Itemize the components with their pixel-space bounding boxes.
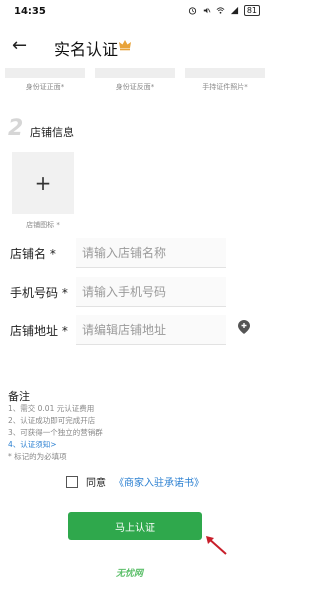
red-arrow-annotation xyxy=(206,536,227,555)
mute-icon xyxy=(203,7,211,14)
signal-icon xyxy=(230,6,238,15)
required-hint: * 标记的为必填项 xyxy=(8,452,67,461)
status-time: 14:35 xyxy=(14,6,46,17)
location-pin-icon[interactable] xyxy=(238,320,250,334)
nav-bar: ← 实名认证 xyxy=(0,24,270,68)
note-item: 2、认证成功即可完成开店 xyxy=(8,416,96,425)
notes-title: 备注 xyxy=(8,390,30,403)
note-item: 3、可获得一个独立的营销群 xyxy=(8,428,103,437)
crown-icon xyxy=(119,40,131,51)
plus-icon: + xyxy=(34,171,52,195)
id-front-label: 身份证正面* xyxy=(25,83,65,91)
id-front-upload[interactable] xyxy=(5,68,85,78)
phone-input[interactable] xyxy=(76,277,226,307)
shop-name-input[interactable] xyxy=(76,238,226,268)
address-input[interactable] xyxy=(76,315,226,345)
id-handheld-label: 手持证件照片* xyxy=(202,83,248,91)
shop-logo-label: 店铺图标 * xyxy=(26,221,60,229)
watermark-logo: 无忧网 xyxy=(116,569,144,579)
battery-icon: 81 xyxy=(243,5,260,16)
id-handheld-upload[interactable] xyxy=(185,68,265,78)
address-label: 店铺地址 * xyxy=(10,324,68,338)
section-number: 2 xyxy=(8,116,24,141)
phone-label: 手机号码 * xyxy=(10,286,68,300)
section-title: 店铺信息 xyxy=(30,126,74,139)
status-icons: 81 xyxy=(188,5,260,16)
alarm-icon xyxy=(188,7,196,15)
note-item: 1、需交 0.01 元认证费用 xyxy=(8,404,95,413)
agree-checkbox[interactable] xyxy=(66,475,78,488)
certify-button[interactable]: 马上认证 xyxy=(68,512,202,540)
page-title: 实名认证 xyxy=(54,40,119,59)
wifi-icon xyxy=(216,7,225,14)
id-photo-strip: 身份证正面* 身份证反面* 手持证件照片* xyxy=(0,68,270,98)
cert-notice-link[interactable]: 4、认证须知> xyxy=(8,439,57,450)
agree-text: 同意 xyxy=(86,478,106,489)
agreement-link[interactable]: 《商家入驻承诺书》 xyxy=(114,474,204,489)
status-bar: 14:35 81 xyxy=(0,0,270,24)
back-arrow-icon[interactable]: ← xyxy=(12,34,36,58)
shop-logo-upload[interactable]: + xyxy=(12,152,74,214)
agreement-row: 同意 《商家入驻承诺书》 xyxy=(66,474,204,489)
id-back-upload[interactable] xyxy=(95,68,175,78)
shop-name-label: 店铺名 * xyxy=(10,247,56,261)
id-back-label: 身份证反面* xyxy=(115,83,155,91)
